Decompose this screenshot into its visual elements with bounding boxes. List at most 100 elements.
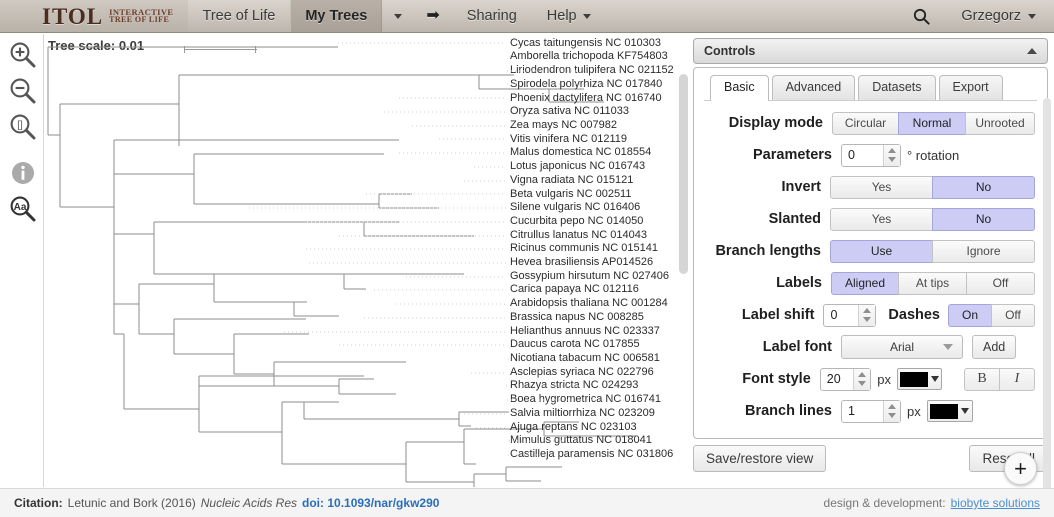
leaf-label[interactable]: Vigna radiata NC 015121 — [510, 174, 633, 188]
font-color-picker[interactable] — [897, 368, 942, 390]
display-mode-unrooted[interactable]: Unrooted — [965, 112, 1035, 135]
branch-lengths-use[interactable]: Use — [830, 240, 933, 263]
leaf-label[interactable]: Citrullus lanatus NC 014043 — [510, 229, 647, 243]
labels-at-tips[interactable]: At tips — [898, 272, 967, 295]
tab-advanced[interactable]: Advanced — [772, 75, 856, 101]
controls-header[interactable]: Controls — [693, 38, 1048, 64]
zoom-out-button[interactable] — [6, 74, 40, 108]
search-button[interactable] — [897, 0, 946, 32]
label-shift-input[interactable]: 0 — [823, 304, 876, 327]
stepper-down-icon[interactable] — [888, 157, 896, 162]
controls-tabs: Basic Advanced Datasets Export — [702, 75, 1039, 101]
bold-button[interactable]: B — [964, 368, 1000, 391]
add-font-button[interactable]: Add — [972, 335, 1016, 359]
nav-dropdown-toggle[interactable] — [382, 0, 414, 32]
leaf-label[interactable]: Lotus japonicus NC 016743 — [510, 160, 645, 174]
leaf-label[interactable]: Boea hygrometrica NC 016741 — [510, 393, 661, 407]
itol-logo[interactable]: ITOL Interactive Tree Of Life — [0, 0, 188, 32]
invert-yes[interactable]: Yes — [830, 176, 933, 199]
tab-export[interactable]: Export — [939, 75, 1003, 101]
leaf-label[interactable]: Spirodela polyrhiza NC 017840 — [510, 78, 662, 92]
citation-doi-link[interactable]: doi: 10.1093/nar/gkw290 — [302, 496, 439, 510]
leaf-label[interactable]: Zea mays NC 007982 — [510, 119, 617, 133]
leaf-label[interactable]: Cycas taitungensis NC 010303 — [510, 37, 661, 51]
tab-datasets[interactable]: Datasets — [858, 75, 935, 101]
tree-canvas[interactable]: Tree scale: 0.01 — [44, 34, 690, 487]
chevron-up-icon[interactable] — [1027, 48, 1037, 54]
leaf-label[interactable]: Hevea brasiliensis AP014526 — [510, 256, 653, 270]
font-size-stepper[interactable] — [853, 369, 870, 390]
nav-item-sharing[interactable]: Sharing — [452, 0, 532, 32]
stepper-up-icon[interactable] — [863, 308, 871, 313]
leaf-label[interactable]: Asclepias syriaca NC 022796 — [510, 366, 654, 380]
save-restore-view-button[interactable]: Save/restore view — [693, 445, 826, 472]
stepper-up-icon[interactable] — [888, 148, 896, 153]
leaf-label[interactable]: Beta vulgaris NC 002511 — [510, 188, 631, 202]
leaf-label[interactable]: Oryza sativa NC 011033 — [510, 105, 629, 119]
dashes-off[interactable]: Off — [991, 304, 1035, 327]
dashes-on[interactable]: On — [948, 304, 992, 327]
branch-width-input[interactable]: 1 — [841, 400, 901, 423]
svg-text:[]: [] — [17, 120, 23, 131]
leaf-label[interactable]: Liriodendron tulipifera NC 021152 — [510, 64, 674, 78]
labels-aligned[interactable]: Aligned — [831, 272, 899, 295]
nav-item-tree-of-life[interactable]: Tree of Life — [188, 0, 291, 32]
controls-vertical-scrollbar[interactable] — [1043, 98, 1051, 498]
leaf-label[interactable]: Brassica napus NC 008285 — [510, 311, 644, 325]
rotation-input[interactable]: 0 — [841, 144, 901, 167]
leaf-label[interactable]: Rhazya stricta NC 024293 — [510, 379, 638, 393]
stepper-down-icon[interactable] — [888, 413, 896, 418]
add-floating-button[interactable]: + — [1004, 452, 1037, 485]
branch-lengths-ignore[interactable]: Ignore — [932, 240, 1035, 263]
leaf-label[interactable]: Mimulus guttatus NC 018041 — [510, 434, 652, 448]
leaf-label[interactable]: Helianthus annuus NC 023337 — [510, 325, 660, 339]
text-search-button[interactable]: Aa — [6, 192, 40, 226]
leaf-label[interactable]: Ajuga reptans NC 023103 — [510, 421, 637, 435]
credit-link[interactable]: biobyte solutions — [951, 496, 1040, 510]
leaf-label[interactable]: Carica papaya NC 012116 — [510, 283, 639, 297]
leaf-label[interactable]: Phoenix dactylifera NC 016740 — [510, 92, 662, 106]
slanted-yes[interactable]: Yes — [830, 208, 933, 231]
leaf-label[interactable]: Amborella trichopoda KF754803 — [510, 50, 668, 64]
slanted-no[interactable]: No — [932, 208, 1035, 231]
zoom-out-icon — [8, 76, 38, 106]
invert-no[interactable]: No — [932, 176, 1035, 199]
italic-button[interactable]: I — [999, 368, 1035, 391]
stepper-down-icon[interactable] — [858, 381, 866, 386]
logo-wordmark: ITOL — [42, 5, 103, 28]
font-size-input[interactable]: 20 — [820, 368, 872, 391]
leaf-label[interactable]: Salvia miltiorrhiza NC 023209 — [510, 407, 655, 421]
stepper-down-icon[interactable] — [863, 317, 871, 322]
leaf-label[interactable]: Silene vulgaris NC 016406 — [510, 201, 640, 215]
user-menu[interactable]: Grzegorz — [946, 0, 1054, 32]
label-font-select[interactable]: Arial — [841, 335, 963, 359]
leaf-label[interactable]: Arabidopsis thaliana NC 001284 — [510, 297, 668, 311]
labels-off[interactable]: Off — [966, 272, 1035, 295]
leaf-label[interactable]: Malus domestica NC 018554 — [510, 146, 651, 160]
leaf-label[interactable]: Gossypium hirsutum NC 027406 — [510, 270, 669, 284]
leaf-label[interactable]: Vitis vinifera NC 012119 — [510, 133, 627, 147]
row-label-shift: Label shift 0 Dashes On Off — [702, 303, 1035, 327]
zoom-in-button[interactable] — [6, 38, 40, 72]
zoom-fit-button[interactable]: [] — [6, 110, 40, 144]
branch-color-picker[interactable] — [927, 400, 973, 422]
rotation-stepper[interactable] — [883, 145, 900, 166]
tab-basic[interactable]: Basic — [710, 75, 769, 101]
nav-item-my-trees[interactable]: My Trees — [290, 0, 382, 32]
branch-width-stepper[interactable] — [883, 401, 900, 422]
info-button[interactable] — [6, 156, 40, 190]
stepper-up-icon[interactable] — [858, 372, 866, 377]
leaf-label[interactable]: Nicotiana tabacum NC 006581 — [510, 352, 660, 366]
display-mode-circular[interactable]: Circular — [832, 112, 899, 135]
leaf-label[interactable]: Ricinus communis NC 015141 — [510, 242, 658, 256]
display-mode-normal[interactable]: Normal — [898, 112, 966, 135]
leaf-label[interactable]: Daucus carota NC 017855 — [510, 338, 640, 352]
tree-vertical-scrollbar[interactable] — [679, 74, 688, 274]
leaf-label[interactable]: Cucurbita pepo NC 014050 — [510, 215, 643, 229]
label-shift-stepper[interactable] — [858, 305, 875, 326]
controls-title: Controls — [704, 44, 755, 58]
leaf-label[interactable]: Castilleja paramensis NC 031806 — [510, 448, 673, 462]
stepper-up-icon[interactable] — [888, 404, 896, 409]
nav-item-help[interactable]: Help — [532, 0, 606, 32]
nav-forward-button[interactable]: ➡ — [414, 0, 451, 32]
